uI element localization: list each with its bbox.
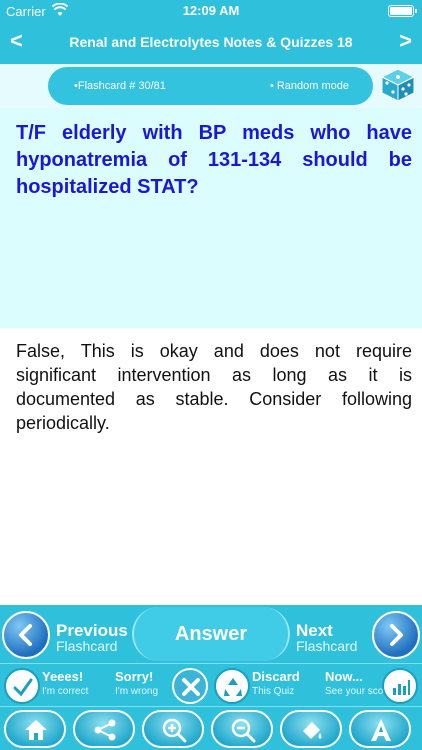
cross-icon: [172, 668, 208, 704]
see-score-button[interactable]: Now... See your score: [317, 666, 420, 705]
right-arrow-icon: [372, 611, 420, 659]
flashcard-counter: •Flashcard # 30/81: [74, 80, 166, 92]
font-color-button[interactable]: [280, 710, 342, 748]
correct-button[interactable]: Yeees! I'm correct: [2, 666, 105, 705]
next-sub-label: Flashcard: [296, 638, 358, 654]
wrong-title: Sorry!: [115, 669, 154, 684]
correct-sub: I'm correct: [42, 686, 89, 697]
wrong-button[interactable]: Sorry! I'm wrong: [107, 666, 210, 705]
bottom-toolbar: [0, 706, 422, 750]
previous-sub-label: Flashcard: [56, 638, 118, 654]
question-text: T/F elderly with BP meds who have hypona…: [16, 122, 412, 198]
forward-arrow-button[interactable]: >: [399, 28, 412, 54]
random-mode-label: • Random mode: [269, 80, 349, 92]
previous-flashcard-button[interactable]: Previous Flashcard: [2, 609, 132, 659]
wrong-sub: I'm wrong: [115, 686, 159, 697]
dice-icon[interactable]: [380, 67, 416, 103]
home-button[interactable]: [4, 710, 66, 748]
question-panel: T/F elderly with BP meds who have hypona…: [0, 108, 422, 328]
answer-button[interactable]: Answer: [132, 607, 290, 661]
next-flashcard-button[interactable]: Next Flashcard: [290, 609, 420, 659]
battery-icon: [388, 5, 417, 17]
recycle-icon: [214, 668, 250, 704]
discard-title: Discard: [252, 669, 300, 684]
status-bar: Carrier 12:09 AM: [0, 0, 422, 22]
discard-quiz-button[interactable]: Discard This Quiz: [212, 666, 315, 705]
correct-title: Yeees!: [42, 669, 84, 684]
answer-text: False, This is okay and does not require…: [16, 341, 412, 433]
info-strip: •Flashcard # 30/81 • Random mode: [0, 64, 422, 108]
share-button[interactable]: [73, 710, 135, 748]
zoom-out-button[interactable]: [211, 710, 273, 748]
left-arrow-icon: [2, 611, 50, 659]
font-button[interactable]: [349, 710, 411, 748]
zoom-in-button[interactable]: [142, 710, 204, 748]
back-arrow-button[interactable]: <: [10, 28, 23, 54]
action-row: Yeees! I'm correct Sorry! I'm wrong Disc…: [0, 663, 422, 706]
checkmark-icon: [4, 668, 40, 704]
page-title: Renal and Electrolytes Notes & Quizzes 1…: [69, 34, 353, 50]
flashcard-nav-row: Previous Flashcard Answer Next Flashcard: [0, 605, 422, 663]
bar-chart-icon: [382, 668, 418, 704]
flashcard-info-pill: •Flashcard # 30/81 • Random mode: [48, 67, 373, 105]
nav-bar: < Renal and Electrolytes Notes & Quizzes…: [0, 22, 422, 64]
clock: 12:09 AM: [182, 3, 240, 18]
discard-sub: This Quiz: [252, 686, 295, 697]
score-title: Now...: [325, 669, 363, 684]
